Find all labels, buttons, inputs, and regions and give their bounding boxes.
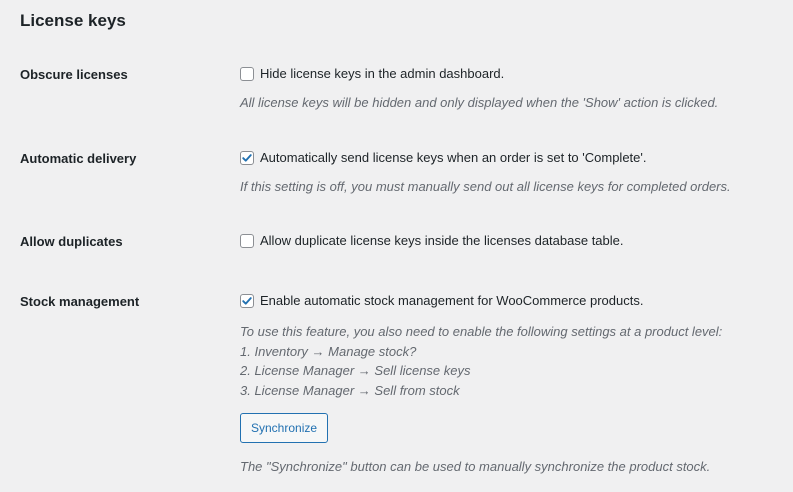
stock-management-option[interactable]: Enable automatic stock management for Wo… <box>240 292 785 310</box>
stock-management-label: Stock management <box>20 294 140 309</box>
allow-duplicates-label: Allow duplicates <box>20 234 123 249</box>
section-title: License keys <box>20 11 126 30</box>
stock-management-description-line: 3. License Manager → Sell from stock <box>240 382 460 398</box>
automatic-delivery-option[interactable]: Automatically send license keys when an … <box>240 149 785 167</box>
checkmark-icon <box>242 154 252 162</box>
allow-duplicates-checkbox[interactable] <box>240 234 254 248</box>
stock-management-description-line: 1. Inventory → Manage stock? <box>240 343 417 359</box>
stock-management-description-line: To use this feature, you also need to en… <box>240 324 723 339</box>
allow-duplicates-option[interactable]: Allow duplicate license keys inside the … <box>240 232 785 250</box>
obscure-licenses-description: All license keys will be hidden and only… <box>240 95 719 110</box>
stock-management-checkbox[interactable] <box>240 294 254 308</box>
synchronize-button-wrap: Synchronize <box>240 413 785 443</box>
automatic-delivery-checkbox[interactable] <box>240 151 254 165</box>
obscure-licenses-checkbox-label: Hide license keys in the admin dashboard… <box>260 66 505 81</box>
automatic-delivery-description: If this setting is off, you must manuall… <box>240 179 731 194</box>
allow-duplicates-checkbox-label: Allow duplicate license keys inside the … <box>260 233 624 248</box>
stock-management-checkbox-label: Enable automatic stock management for Wo… <box>260 293 644 308</box>
automatic-delivery-field: Automatically send license keys when an … <box>240 149 785 197</box>
stock-management-description-line: 2. License Manager → Sell license keys <box>240 363 471 378</box>
stock-management-field: Enable automatic stock management for Wo… <box>240 292 785 477</box>
obscure-licenses-label: Obscure licenses <box>20 67 128 82</box>
synchronize-button[interactable]: Synchronize <box>240 413 329 443</box>
obscure-licenses-checkbox[interactable] <box>240 67 254 81</box>
automatic-delivery-checkbox-label: Automatically send license keys when an … <box>260 150 647 165</box>
synchronize-description: The "Synchronize" button can be used to … <box>240 459 711 474</box>
automatic-delivery-label: Automatic delivery <box>20 151 137 166</box>
checkmark-icon <box>242 297 252 305</box>
allow-duplicates-field: Allow duplicate license keys inside the … <box>240 232 785 250</box>
obscure-licenses-option[interactable]: Hide license keys in the admin dashboard… <box>240 65 785 83</box>
stock-management-description: To use this feature, you also need to en… <box>240 322 785 400</box>
obscure-licenses-field: Hide license keys in the admin dashboard… <box>240 65 785 113</box>
